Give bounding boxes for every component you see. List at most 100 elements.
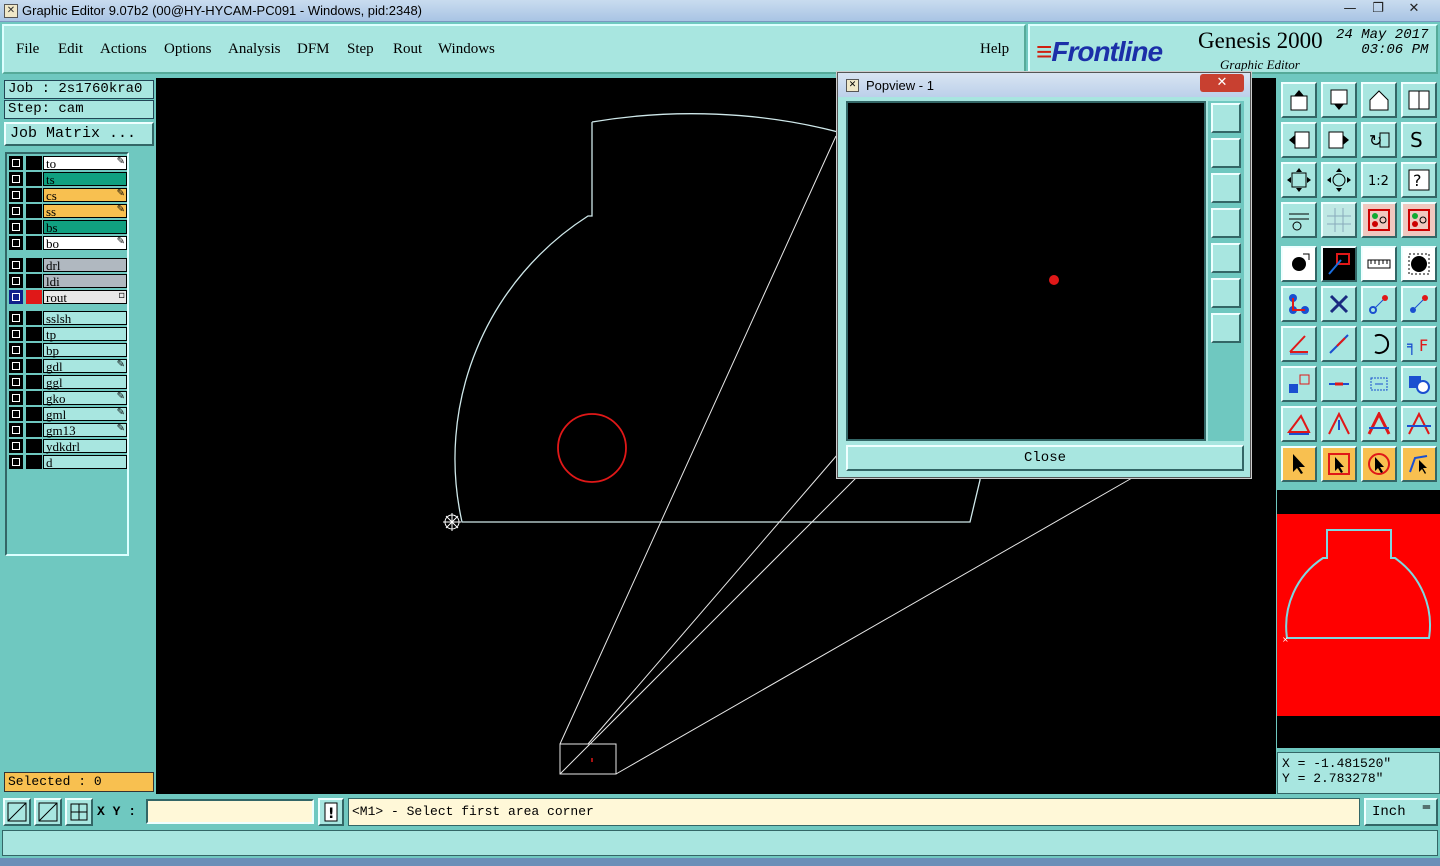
layer-color-swatch[interactable] [26, 391, 42, 405]
select-pointer-icon[interactable] [1281, 446, 1317, 482]
layer-name[interactable]: bs [43, 220, 127, 234]
help-icon[interactable]: ? [1401, 162, 1437, 198]
layer-name[interactable]: rout [43, 290, 127, 304]
layer-row-ss[interactable]: ss ✎ [9, 204, 127, 218]
layer-checkbox[interactable] [9, 188, 23, 202]
copy-feature-icon[interactable] [1281, 366, 1317, 402]
stretch-icon[interactable] [1361, 366, 1397, 402]
text-mirror-icon[interactable]: ╕ F [1401, 326, 1437, 362]
layer-row-gko[interactable]: gko ✎ [9, 391, 127, 405]
layer-checkbox[interactable] [9, 274, 23, 288]
job-matrix-button[interactable]: Job Matrix ... [4, 122, 154, 146]
layer-checkbox[interactable] [9, 258, 23, 272]
select-box-icon[interactable] [1321, 446, 1357, 482]
layer-checkbox[interactable] [9, 407, 23, 421]
layer-row-bs[interactable]: bs [9, 220, 127, 234]
menu-analysis[interactable]: Analysis [228, 41, 281, 58]
layer-color-swatch[interactable] [26, 274, 42, 288]
scale-1to2-icon[interactable]: 1:2 [1361, 162, 1397, 198]
popview-zoom-out-icon[interactable] [1211, 313, 1241, 343]
layer-name[interactable]: ydkdrl [43, 439, 127, 453]
menu-dfm[interactable]: DFM [297, 41, 330, 58]
pan-down-icon[interactable] [1321, 82, 1357, 118]
settings-tool-icon[interactable] [1281, 202, 1317, 238]
layer-color-swatch[interactable] [26, 236, 42, 250]
layer-checkbox[interactable] [9, 220, 23, 234]
triangle-split-icon[interactable] [1401, 406, 1437, 442]
layer-checkbox[interactable] [9, 423, 23, 437]
alert-icon[interactable]: ! [318, 798, 344, 826]
slash-line-icon[interactable] [1321, 326, 1357, 362]
layer-name[interactable]: gko [43, 391, 127, 405]
measure-icon[interactable] [34, 798, 62, 826]
layer-row-ts[interactable]: ts [9, 172, 127, 186]
popview-canvas[interactable] [846, 101, 1206, 441]
layer-row-gml[interactable]: gml ✎ [9, 407, 127, 421]
connect-nodes-icon[interactable] [1281, 286, 1317, 322]
close-icon[interactable]: ✕ [1398, 0, 1430, 20]
split-view-icon[interactable] [1401, 82, 1437, 118]
layer-feature-icon[interactable] [1361, 202, 1397, 238]
layer-row-gdl[interactable]: gdl ✎ [9, 359, 127, 373]
layer-row-tp[interactable]: tp [9, 327, 127, 341]
triangle-fill-icon[interactable] [1361, 406, 1397, 442]
popview-close-button[interactable]: Close [846, 445, 1244, 471]
mirror-icon[interactable]: ↻ [1361, 122, 1397, 158]
snap-icon[interactable] [3, 798, 31, 826]
popview-pan-left-icon[interactable] [1211, 208, 1241, 238]
layer-color-swatch[interactable] [26, 188, 42, 202]
layer-name[interactable]: drl [43, 258, 127, 272]
menu-windows[interactable]: Windows [438, 41, 495, 58]
menu-step[interactable]: Step [347, 41, 374, 58]
layer-row-bo[interactable]: bo ✎ [9, 236, 127, 250]
menu-options[interactable]: Options [164, 41, 212, 58]
line-segment-icon[interactable] [1321, 366, 1357, 402]
layer-checkbox[interactable] [9, 327, 23, 341]
menu-rout[interactable]: Rout [393, 41, 422, 58]
move-point-alt-icon[interactable] [1401, 286, 1437, 322]
layer-color-swatch[interactable] [26, 455, 42, 469]
arc-icon[interactable] [1361, 326, 1397, 362]
layer-color-swatch[interactable] [26, 204, 42, 218]
layer-name[interactable]: ldi [43, 274, 127, 288]
layer-checkbox[interactable] [9, 172, 23, 186]
layer-name[interactable]: gml [43, 407, 127, 421]
popview-close-icon[interactable]: ✕ [1200, 74, 1244, 92]
layer-checkbox[interactable] [9, 311, 23, 325]
menu-edit[interactable]: Edit [58, 41, 83, 58]
layer-row-drl[interactable]: drl [9, 258, 127, 272]
triangle-measure-icon[interactable] [1281, 406, 1317, 442]
layer-color-swatch[interactable] [26, 439, 42, 453]
layer-checkbox[interactable] [9, 236, 23, 250]
popview-pan-up-icon[interactable] [1211, 138, 1241, 168]
popview-pan-right-icon[interactable] [1211, 243, 1241, 273]
layer-color-swatch[interactable] [26, 359, 42, 373]
zoom-fit-icon[interactable] [1281, 162, 1317, 198]
layer-color-swatch[interactable] [26, 343, 42, 357]
layer-name[interactable]: sslsh [43, 311, 127, 325]
pan-right-icon[interactable] [1321, 122, 1357, 158]
menu-file[interactable]: File [16, 41, 39, 58]
layer-row-ggl[interactable]: ggl [9, 375, 127, 389]
line-draw-icon[interactable] [1321, 246, 1357, 282]
layer-row-sslsh[interactable]: sslsh [9, 311, 127, 325]
layer-row-ldi[interactable]: ldi [9, 274, 127, 288]
layer-color-swatch[interactable] [26, 327, 42, 341]
layer-row-gm13[interactable]: gm13 ✎ [9, 423, 127, 437]
layer-color-swatch[interactable] [26, 311, 42, 325]
layer-name[interactable]: gm13 [43, 423, 127, 437]
layer-checkbox[interactable] [9, 204, 23, 218]
layer-checkbox[interactable] [9, 455, 23, 469]
pan-left-icon[interactable] [1281, 122, 1317, 158]
layer-row-ydkdrl[interactable]: ydkdrl [9, 439, 127, 453]
layer-name[interactable]: bp [43, 343, 127, 357]
units-selector[interactable]: Inch ═ [1364, 798, 1438, 826]
layer-row-bp[interactable]: bp [9, 343, 127, 357]
popview-pan-down-icon[interactable] [1211, 173, 1241, 203]
layer-color-swatch[interactable] [26, 156, 42, 170]
pad-add-icon[interactable] [1281, 246, 1317, 282]
popview-zoom-fit-icon[interactable] [1211, 103, 1241, 133]
layer-checkbox[interactable] [9, 156, 23, 170]
layer-checkbox[interactable] [9, 375, 23, 389]
step-repeat-icon[interactable]: S [1401, 122, 1437, 158]
